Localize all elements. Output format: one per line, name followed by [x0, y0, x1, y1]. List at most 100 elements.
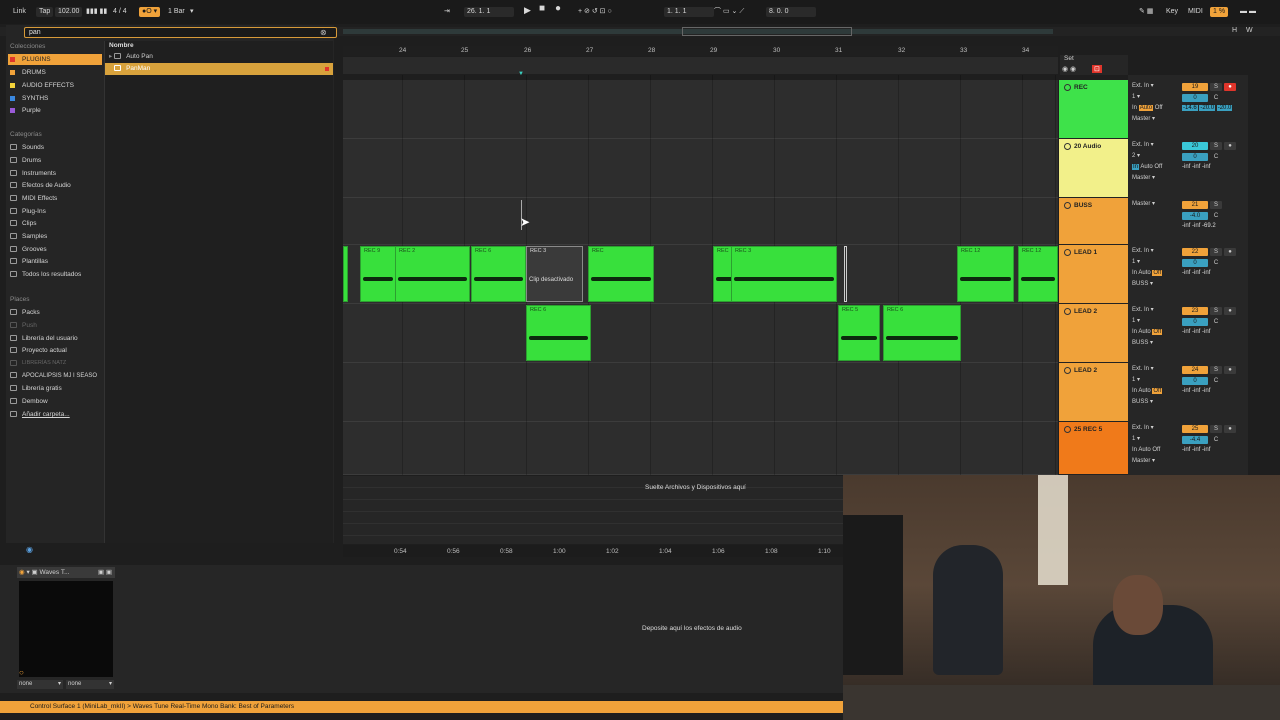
category-clips[interactable]: Clips: [10, 218, 103, 229]
pan-field[interactable]: C: [1210, 212, 1222, 220]
pan-field[interactable]: C: [1210, 153, 1222, 161]
draw-mode-icon[interactable]: ⌒ ▭ ⌄ ⟋: [714, 7, 744, 17]
input-type-select[interactable]: Ext. In ▾: [1129, 81, 1181, 92]
scrub-area[interactable]: ▼: [343, 57, 1058, 77]
result-item[interactable]: ▸ Auto Pan: [105, 51, 333, 63]
h-button[interactable]: H: [1232, 27, 1237, 34]
arm-button[interactable]: ●: [1224, 366, 1236, 374]
output-select[interactable]: Master ▾: [1129, 199, 1181, 210]
fold-icon[interactable]: [1064, 143, 1071, 150]
collection-item-synths[interactable]: SYNTHS: [10, 93, 103, 104]
track-number[interactable]: 21: [1182, 201, 1208, 209]
audio-clip[interactable]: REC 6: [526, 305, 591, 361]
collection-item-drums[interactable]: DRUMS: [10, 67, 103, 78]
category-plugins[interactable]: Plug-Ins: [10, 206, 103, 217]
place-current-project[interactable]: Proyecto actual: [10, 345, 103, 356]
lane-rec[interactable]: [343, 80, 1058, 139]
place-user-library[interactable]: Librería del usuario: [10, 333, 103, 344]
arm-button[interactable]: ●: [1224, 425, 1236, 433]
audio-clip[interactable]: REC 2: [395, 246, 470, 302]
macro-select-1[interactable]: none ▾: [17, 680, 63, 689]
track-header-lead-2b[interactable]: LEAD 2: [1059, 363, 1128, 422]
input-channel-select[interactable]: 1 ▾: [1129, 434, 1181, 445]
output-select[interactable]: BUSS ▾: [1129, 338, 1181, 349]
arm-button[interactable]: ●: [1224, 83, 1236, 91]
pan-field[interactable]: C: [1210, 377, 1222, 385]
solo-button[interactable]: S: [1210, 366, 1222, 374]
fold-icon[interactable]: [1064, 249, 1071, 256]
chevron-down-icon[interactable]: ▾: [190, 7, 194, 17]
midi-map-button[interactable]: MIDI: [1188, 7, 1203, 17]
input-channel-select[interactable]: 1 ▾: [1129, 375, 1181, 386]
lock-icon[interactable]: ⊡: [1092, 65, 1102, 73]
loop-start-field[interactable]: 1. 1. 1: [664, 7, 714, 17]
add-folder-link[interactable]: Añadir carpeta...: [10, 409, 103, 420]
result-item-selected[interactable]: ▸ PanMan: [105, 63, 333, 75]
volume-field[interactable]: 0: [1182, 377, 1208, 385]
lane-25-rec-5[interactable]: [343, 422, 1058, 475]
solo-button[interactable]: S: [1210, 201, 1222, 209]
output-select[interactable]: Master ▾: [1129, 173, 1181, 184]
monitor-buttons[interactable]: In Auto Off: [1129, 162, 1181, 173]
tempo-field[interactable]: 102.00: [55, 7, 83, 17]
input-type-select[interactable]: Ext. In ▾: [1129, 364, 1181, 375]
volume-field[interactable]: 0: [1182, 94, 1208, 102]
collection-item-purple[interactable]: Purple: [10, 105, 103, 116]
input-type-select[interactable]: Ext. In ▾: [1129, 140, 1181, 151]
audio-clip[interactable]: REC 6: [471, 246, 526, 302]
track-header-buss[interactable]: BUSS: [1059, 198, 1128, 245]
pan-field[interactable]: C: [1210, 94, 1222, 102]
device-knob-icon[interactable]: ○: [19, 668, 24, 677]
track-header-lead-1[interactable]: LEAD 1: [1059, 245, 1128, 304]
monitor-buttons[interactable]: In Auto Off: [1129, 327, 1181, 338]
monitor-buttons[interactable]: In Auto Off: [1129, 103, 1181, 114]
track-number[interactable]: 24: [1182, 366, 1208, 374]
volume-field[interactable]: 0: [1182, 318, 1208, 326]
metronome-bars-icon[interactable]: ▮▮▮ ▮▮: [86, 7, 107, 17]
monitor-buttons[interactable]: In Auto Off: [1129, 386, 1181, 397]
quantize-select[interactable]: 1 Bar: [168, 7, 185, 17]
category-sounds[interactable]: Sounds: [10, 142, 103, 153]
collection-item-plugins[interactable]: PLUGINS: [8, 54, 102, 65]
play-icon[interactable]: ▶: [524, 5, 531, 15]
place-free-library[interactable]: Librería gratis: [10, 383, 103, 394]
volume-field[interactable]: -4.4: [1182, 436, 1208, 444]
track-number[interactable]: 22: [1182, 248, 1208, 256]
fold-icon[interactable]: [1064, 367, 1071, 374]
lane-lead-2b[interactable]: [343, 363, 1058, 422]
fold-icon[interactable]: [1064, 202, 1071, 209]
search-input[interactable]: pan: [24, 27, 337, 38]
place-dembow[interactable]: Dembow: [10, 396, 103, 407]
category-midi-effects[interactable]: MIDI Effects: [10, 193, 103, 204]
audio-clip[interactable]: REC 12: [1018, 246, 1058, 302]
category-audio-effects[interactable]: Efectos de Audio: [10, 180, 103, 191]
audio-clip[interactable]: REC 9: [360, 246, 396, 302]
pan-field[interactable]: C: [1210, 318, 1222, 326]
output-select[interactable]: Master ▾: [1129, 456, 1181, 467]
signature-field[interactable]: 4 / 4: [113, 7, 127, 17]
input-type-select[interactable]: Ext. In ▾: [1129, 246, 1181, 257]
lane-20-audio[interactable]: [343, 139, 1058, 198]
input-channel-select[interactable]: 2 ▾: [1129, 151, 1181, 162]
category-instruments[interactable]: Instruments: [10, 168, 103, 179]
place-push[interactable]: Push: [10, 320, 103, 331]
track-number[interactable]: 20: [1182, 142, 1208, 150]
link-button[interactable]: Link: [13, 7, 26, 17]
macro-select-2[interactable]: none ▾: [66, 680, 114, 689]
solo-button[interactable]: S: [1210, 142, 1222, 150]
audio-clip[interactable]: [343, 246, 348, 302]
category-samples[interactable]: Samples: [10, 231, 103, 242]
input-type-select[interactable]: Ext. In ▾: [1129, 423, 1181, 434]
category-drums[interactable]: Drums: [10, 155, 103, 166]
device-icons[interactable]: ▾ ▣: [26, 569, 37, 576]
audio-clip[interactable]: REC 3: [731, 246, 837, 302]
track-header-rec[interactable]: REC: [1059, 80, 1128, 139]
pan-field[interactable]: C: [1210, 259, 1222, 267]
track-header-lead-2[interactable]: LEAD 2: [1059, 304, 1128, 363]
audio-clip[interactable]: REC 5: [838, 305, 880, 361]
volume-field[interactable]: 0: [1182, 259, 1208, 267]
stop-icon[interactable]: ■: [539, 4, 545, 14]
category-templates[interactable]: Plantillas: [10, 256, 103, 267]
audio-clip[interactable]: REC 6: [883, 305, 961, 361]
disabled-clip[interactable]: REC 3 Clip desactivado: [526, 246, 583, 302]
